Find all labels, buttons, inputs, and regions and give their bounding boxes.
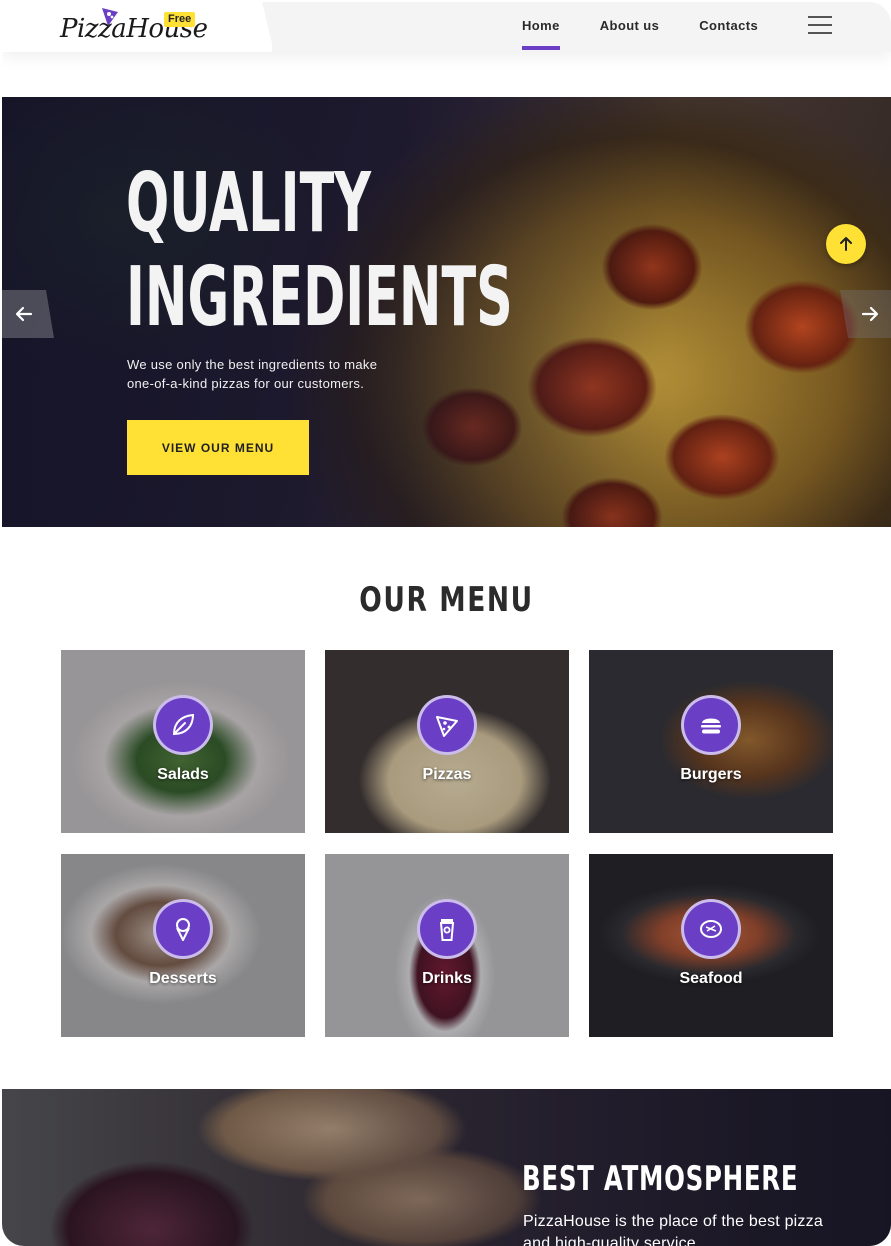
atmosphere-title: BEST ATMOSPHERE — [522, 1159, 799, 1199]
menu-card-label: Seafood — [679, 970, 743, 987]
hero-description: We use only the best ingredients to make… — [127, 357, 378, 391]
menu-card-burgers[interactable]: Burgers — [589, 650, 833, 833]
slider-next-button[interactable] — [840, 290, 891, 338]
pizza-slice-icon — [417, 695, 477, 755]
atmosphere-section: BEST ATMOSPHERE PizzaHouse is the place … — [2, 1089, 891, 1246]
site-header: PizzaHouse Free Home About us Contacts — [2, 2, 891, 52]
arrow-left-icon — [15, 306, 33, 322]
page-frame: PizzaHouse Free Home About us Contacts Q… — [2, 2, 891, 1246]
scroll-top-button[interactable] — [826, 224, 866, 264]
menu-grid: Salads Pizzas Burgers Desserts Drinks Se… — [61, 650, 833, 1038]
arrow-right-icon — [861, 306, 879, 322]
menu-card-desserts[interactable]: Desserts — [61, 854, 305, 1037]
main-nav: Home About us Contacts — [522, 2, 798, 52]
steak-icon — [681, 899, 741, 959]
menu-card-label: Pizzas — [422, 766, 472, 783]
atmosphere-text: PizzaHouse is the place of the best pizz… — [523, 1213, 823, 1246]
pizza-slice-logo-icon — [102, 8, 118, 26]
logo[interactable]: PizzaHouse Free — [60, 6, 208, 50]
menu-card-salads[interactable]: Salads — [61, 650, 305, 833]
hero-banner: QUALITY INGREDIENTS We use only the best… — [2, 97, 891, 527]
free-badge: Free — [164, 12, 196, 27]
ice-cream-icon — [153, 899, 213, 959]
menu-card-label: Drinks — [422, 970, 472, 987]
menu-card-seafood[interactable]: Seafood — [589, 854, 833, 1037]
slider-prev-button[interactable] — [2, 290, 54, 338]
hamburger-icon[interactable] — [808, 16, 832, 36]
hero-title: QUALITY INGREDIENTS — [126, 157, 513, 345]
menu-card-label: Burgers — [680, 766, 742, 783]
nav-about-us[interactable]: About us — [600, 2, 660, 52]
menu-card-label: Desserts — [149, 970, 217, 987]
menu-card-drinks[interactable]: Drinks — [325, 854, 569, 1037]
hero-title-line2: INGREDIENTS — [126, 250, 513, 345]
arrow-up-icon — [840, 237, 852, 251]
menu-card-label: Salads — [157, 766, 209, 783]
nav-contacts[interactable]: Contacts — [699, 2, 758, 52]
menu-section-title: OUR MENU — [359, 580, 534, 620]
cup-icon — [417, 899, 477, 959]
view-menu-button[interactable]: VIEW OUR MENU — [127, 420, 309, 475]
burger-icon — [681, 695, 741, 755]
leaf-icon — [153, 695, 213, 755]
menu-card-pizzas[interactable]: Pizzas — [325, 650, 569, 833]
nav-home[interactable]: Home — [522, 2, 560, 52]
hero-title-line1: QUALITY — [126, 156, 372, 251]
